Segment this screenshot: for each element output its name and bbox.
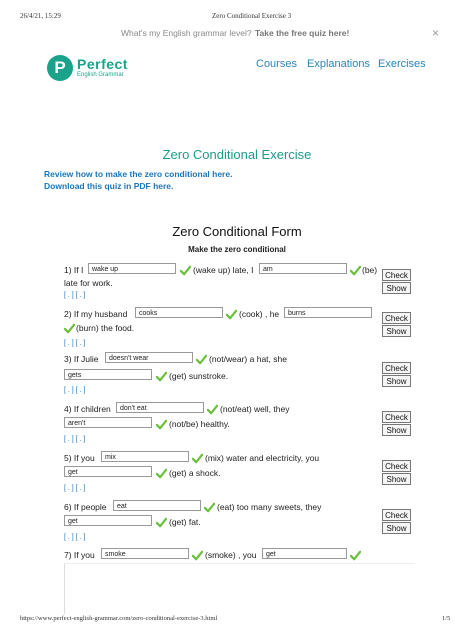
check-icon (206, 402, 219, 415)
verb-hint-2: (be) (362, 265, 378, 275)
print-datetime: 26/4/21, 15:29 (20, 12, 61, 20)
answer-input-2[interactable]: get (262, 548, 347, 559)
check-icon (191, 451, 204, 464)
question-number: 6) If people (64, 502, 107, 512)
logo-tagline: English Grammar (77, 72, 124, 78)
show-button[interactable]: Show (382, 424, 411, 436)
check-icon (195, 352, 208, 365)
verb-hint-2: (get) a shock. (169, 468, 221, 478)
nav-exercises[interactable]: Exercises (378, 58, 426, 70)
verb-hint-1: (mix) water and electricity, you (205, 453, 320, 463)
answer-input-2[interactable]: get (64, 466, 152, 477)
check-icon (155, 515, 168, 528)
page-title: Zero Conditional Exercise (162, 147, 312, 162)
check-button[interactable]: Check (382, 269, 411, 281)
print-page-number: 1/5 (442, 615, 451, 622)
nav-explanations[interactable]: Explanations (307, 58, 370, 70)
print-url: https://www.perfect-english-grammar.com/… (20, 615, 218, 622)
check-icon (155, 466, 168, 479)
answer-input-2[interactable]: get (64, 515, 152, 526)
close-icon[interactable]: × (432, 26, 439, 40)
check-button[interactable]: Check (382, 312, 411, 324)
check-button[interactable]: Check (382, 509, 411, 521)
verb-hint-2: (get) fat. (169, 517, 201, 527)
check-button[interactable]: Check (382, 460, 411, 472)
verb-hint-1: (not/eat) well, they (220, 404, 290, 414)
show-button[interactable]: Show (382, 375, 411, 387)
logo-mark: P (47, 55, 73, 81)
site-logo[interactable]: P Perfect English Grammar (47, 55, 137, 81)
verb-hint-1: (wake up) late, I (193, 265, 254, 275)
answer-input-2[interactable]: burns (284, 307, 372, 318)
verb-hint-2: (not/be) healthy. (169, 419, 230, 429)
banner-question: What's my English grammar level? (121, 28, 252, 38)
print-divider (64, 563, 415, 614)
question-number: 7) If you (64, 550, 95, 560)
hint-links[interactable]: [ . ] [ . ] (64, 340, 85, 347)
answer-input-2[interactable]: aren't (64, 417, 152, 428)
show-button[interactable]: Show (382, 473, 411, 485)
show-button[interactable]: Show (382, 522, 411, 534)
answer-input-1[interactable]: smoke (101, 548, 189, 559)
form-title: Zero Conditional Form (172, 224, 302, 239)
answer-input-1[interactable]: mix (101, 451, 189, 462)
answer-input-1[interactable]: eat (113, 500, 201, 511)
sentence-tail: late for work. (64, 278, 113, 288)
answer-input-1[interactable]: cooks (135, 307, 223, 318)
answer-input-2[interactable]: am (259, 263, 347, 274)
check-icon (179, 263, 192, 276)
question-number: 4) If children (64, 404, 111, 414)
nav-courses[interactable]: Courses (256, 58, 297, 70)
hint-links[interactable]: [ . ] [ . ] (64, 534, 85, 541)
logo-name: Perfect (77, 56, 128, 72)
print-page-title: Zero Conditional Exercise 3 (212, 12, 292, 20)
verb-hint-1: (eat) too many sweets, they (217, 502, 322, 512)
question-number: 3) If Julie (64, 354, 99, 364)
check-button[interactable]: Check (382, 411, 411, 423)
question-number: 5) If you (64, 453, 95, 463)
verb-hint-1: (cook) , he (239, 309, 280, 319)
hint-links[interactable]: [ . ] [ . ] (64, 485, 85, 492)
check-icon (191, 548, 204, 561)
answer-input-1[interactable]: wake up (88, 263, 176, 274)
answer-input-2[interactable]: gets (64, 369, 152, 380)
check-icon (203, 500, 216, 513)
quiz-banner: What's my English grammar level? Take th… (0, 26, 474, 50)
check-icon (63, 321, 76, 334)
verb-hint-2: (get) sunstroke. (169, 371, 229, 381)
answer-input-1[interactable]: don't eat (116, 402, 204, 413)
verb-hint-1: (smoke) , you (205, 550, 257, 560)
check-icon (349, 263, 362, 276)
check-icon (155, 369, 168, 382)
hint-links[interactable]: [ . ] [ . ] (64, 292, 85, 299)
check-icon (155, 417, 168, 430)
question-number: 1) If I (64, 265, 84, 275)
show-button[interactable]: Show (382, 282, 411, 294)
form-subtitle: Make the zero conditional (188, 245, 286, 254)
check-icon (349, 548, 362, 561)
hint-links[interactable]: [ . ] [ . ] (64, 387, 85, 394)
answer-input-1[interactable]: doesn't wear (105, 352, 193, 363)
banner-cta-link[interactable]: Take the free quiz here! (255, 28, 349, 38)
check-icon (225, 307, 238, 320)
show-button[interactable]: Show (382, 325, 411, 337)
verb-hint-1: (not/wear) a hat, she (209, 354, 287, 364)
verb-hint-2: (burn) the food. (76, 323, 135, 333)
review-link[interactable]: Review how to make the zero conditional … (44, 169, 232, 179)
hint-links[interactable]: [ . ] [ . ] (64, 436, 85, 443)
question-number: 2) If my husband (64, 309, 128, 319)
check-button[interactable]: Check (382, 362, 411, 374)
download-link[interactable]: Download this quiz in PDF here. (44, 181, 173, 191)
